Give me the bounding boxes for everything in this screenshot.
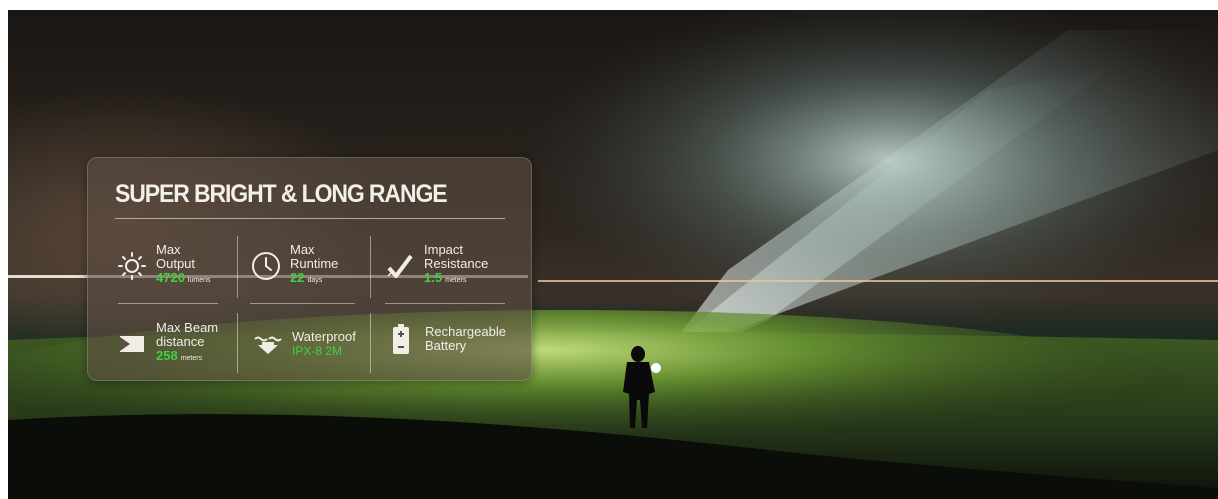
panel-title: SUPER BRIGHT & LONG RANGE <box>115 180 448 208</box>
battery-icon <box>385 323 417 355</box>
feature-label: Max <box>290 242 315 257</box>
feature-impact-resistance: Impact Resistance 1.5 meters <box>384 243 488 288</box>
feature-rechargeable-battery: Rechargeable Battery <box>385 323 506 355</box>
row-divider <box>385 303 505 304</box>
feature-value: 22 <box>290 270 305 285</box>
feature-value: IPX-8 2M <box>292 344 343 358</box>
clock-icon <box>250 250 282 282</box>
feature-panel: SUPER BRIGHT & LONG RANGE Max Output 472… <box>87 157 532 381</box>
title-divider <box>115 218 505 219</box>
feature-label: Battery <box>425 338 467 353</box>
beam-distance-icon <box>116 328 148 360</box>
row-divider <box>250 303 355 304</box>
feature-unit: meters <box>445 277 467 284</box>
column-divider <box>237 313 238 373</box>
feature-label: Waterproof <box>292 329 356 344</box>
feature-label: Impact <box>424 242 464 257</box>
sun-icon <box>116 250 148 282</box>
column-divider <box>237 236 238 298</box>
feature-value: 4720 <box>156 270 185 285</box>
feature-label: Max Beam <box>156 320 219 335</box>
feature-max-beam-distance: Max Beam distance 258 meters <box>116 321 218 366</box>
water-drop-arrow-icon <box>252 328 284 360</box>
feature-value: 258 <box>156 348 178 363</box>
feature-unit: meters <box>180 355 203 362</box>
feature-waterproof: Waterproof IPX-8 2M <box>252 328 356 360</box>
feature-max-output: Max Output 4720 lumens <box>116 243 211 288</box>
feature-label: Rechargeable <box>425 324 506 339</box>
feature-unit: lumens <box>187 277 211 284</box>
feature-unit: days <box>307 277 323 284</box>
feature-value: 1.5 <box>424 270 443 285</box>
feature-label: Max <box>156 242 181 257</box>
feature-label: distance <box>156 334 205 349</box>
feature-label: Output <box>156 256 196 271</box>
feature-max-runtime: Max Runtime 22 days <box>250 243 338 288</box>
column-divider <box>370 313 371 373</box>
column-divider <box>370 236 371 298</box>
feature-label: Runtime <box>290 256 339 271</box>
feature-label: Resistance <box>424 256 489 271</box>
impact-check-icon <box>384 250 416 282</box>
row-divider <box>118 303 218 304</box>
